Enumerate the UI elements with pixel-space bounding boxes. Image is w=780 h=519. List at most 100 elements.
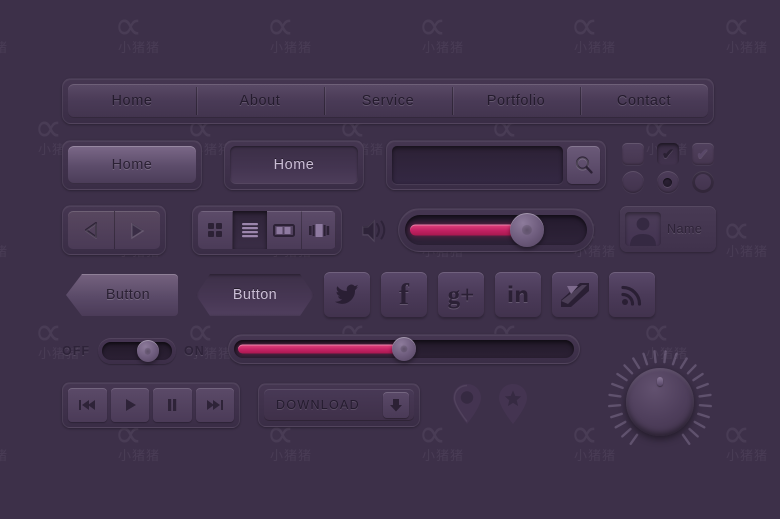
pager-controls	[62, 205, 166, 255]
volume-knob[interactable]	[510, 213, 544, 247]
social-icon-row: f g+ in	[324, 272, 655, 318]
google-plus-icon: g+	[447, 281, 475, 309]
toggle-on-label: ON	[184, 344, 205, 358]
toggle-off-label: OFF	[62, 344, 90, 358]
linkedin-icon: in	[506, 282, 530, 307]
view-mode-grid[interactable]	[198, 211, 233, 249]
speaker-icon	[362, 219, 386, 243]
radio-dot-icon	[663, 177, 673, 187]
pause-button[interactable]	[153, 388, 192, 422]
columns-view-icon	[273, 224, 296, 237]
google-plus-button[interactable]: g+	[438, 272, 484, 318]
map-pin-group	[450, 382, 530, 431]
media-player-controls	[62, 382, 240, 428]
previous-button[interactable]	[68, 211, 114, 249]
progress-slider	[228, 334, 580, 364]
user-avatar-icon	[630, 217, 656, 246]
search-row	[392, 146, 600, 184]
checkbox-checked-light[interactable]: ✔	[691, 143, 714, 165]
profile-badge[interactable]: Name	[620, 206, 716, 252]
rss-icon	[621, 285, 642, 306]
linkedin-button[interactable]: in	[495, 272, 541, 318]
map-pin-star[interactable]	[496, 382, 530, 431]
gallery-view-icon	[308, 224, 329, 237]
volume-slider	[398, 208, 594, 252]
nav-item-about[interactable]: About	[196, 84, 324, 118]
arrow-down-icon	[390, 399, 402, 412]
nav-item-service[interactable]: Service	[324, 84, 452, 118]
media-row	[68, 388, 234, 422]
rotary-knob[interactable]	[626, 368, 694, 436]
view-mode-list[interactable]	[232, 211, 267, 249]
toggle-knob[interactable]	[136, 340, 159, 362]
download-icon-box	[383, 392, 409, 418]
twitter-icon	[335, 284, 359, 304]
list-view-icon	[241, 223, 258, 238]
pager-row	[68, 211, 160, 249]
view-mode-row	[198, 211, 336, 249]
skip-backward-icon	[79, 400, 96, 410]
grid-view-icon	[208, 223, 223, 237]
download-button[interactable]: DOWNLOAD	[264, 389, 414, 421]
search-icon	[575, 156, 593, 174]
volume-track[interactable]	[405, 213, 587, 247]
toggle-track	[102, 340, 172, 362]
rss-button[interactable]	[609, 272, 655, 318]
view-mode-gallery[interactable]	[301, 211, 336, 249]
checkbox-checked-dark[interactable]: ✔	[656, 143, 679, 165]
navigation-bar: Home About Service Portfolio Contact	[62, 78, 714, 124]
choice-controls: ✔ ✔	[620, 142, 716, 194]
twitter-button[interactable]	[324, 272, 370, 318]
home-button-normal[interactable]: Home	[68, 146, 196, 184]
home-button-normal-frame: Home	[62, 140, 202, 190]
radio-empty[interactable]	[622, 171, 645, 193]
knob-indicator	[657, 377, 663, 386]
check-icon: ✔	[661, 145, 675, 163]
onoff-toggle[interactable]	[98, 338, 176, 364]
download-label: DOWNLOAD	[276, 398, 361, 412]
view-mode-control	[192, 205, 342, 255]
rewind-button[interactable]	[68, 388, 107, 422]
search-widget	[386, 140, 606, 190]
search-button[interactable]	[567, 146, 600, 184]
previous-arrow-icon	[84, 222, 97, 239]
ui-kit-stage: Home About Service Portfolio Contact Hom…	[0, 0, 780, 519]
skip-forward-icon	[206, 400, 223, 410]
pause-icon	[168, 399, 177, 411]
profile-name: Name	[667, 222, 703, 236]
arrow-double-button[interactable]: Button	[196, 274, 314, 316]
play-icon	[125, 399, 136, 411]
download-widget: DOWNLOAD	[258, 383, 420, 427]
home-button-pressed-frame: Home	[224, 140, 364, 190]
forward-button[interactable]	[195, 388, 234, 422]
play-button[interactable]	[110, 388, 149, 422]
nav-item-home[interactable]: Home	[68, 84, 196, 118]
nav-item-portfolio[interactable]: Portfolio	[452, 84, 580, 118]
speaker-icon-wrap[interactable]	[360, 216, 392, 244]
next-arrow-icon	[131, 222, 145, 240]
checkbox-empty[interactable]	[622, 143, 645, 165]
navigation-items: Home About Service Portfolio Contact	[68, 84, 708, 118]
pin-star-icon	[499, 384, 527, 424]
next-button[interactable]	[113, 211, 160, 249]
onoff-toggle-group: OFF ON	[62, 336, 212, 366]
progress-fill	[238, 344, 406, 354]
search-input[interactable]	[392, 146, 563, 184]
progress-knob[interactable]	[392, 337, 416, 361]
nav-item-contact[interactable]: Contact	[580, 84, 708, 118]
radio-selected[interactable]	[656, 171, 679, 193]
deviantart-button[interactable]	[552, 272, 598, 318]
facebook-button[interactable]: f	[381, 272, 427, 318]
arrow-left-button[interactable]: Button	[66, 274, 178, 316]
deviantart-icon	[561, 283, 589, 307]
progress-track[interactable]	[234, 337, 574, 361]
view-mode-columns[interactable]	[267, 211, 302, 249]
radio-ring[interactable]	[691, 171, 714, 193]
home-button-pressed[interactable]: Home	[230, 146, 358, 184]
avatar	[625, 212, 661, 246]
facebook-icon: f	[399, 278, 409, 311]
pin-circle-icon	[453, 384, 481, 424]
check-icon: ✔	[696, 145, 709, 163]
map-pin-circle[interactable]	[450, 382, 484, 431]
rotary-knob-widget	[606, 348, 714, 456]
